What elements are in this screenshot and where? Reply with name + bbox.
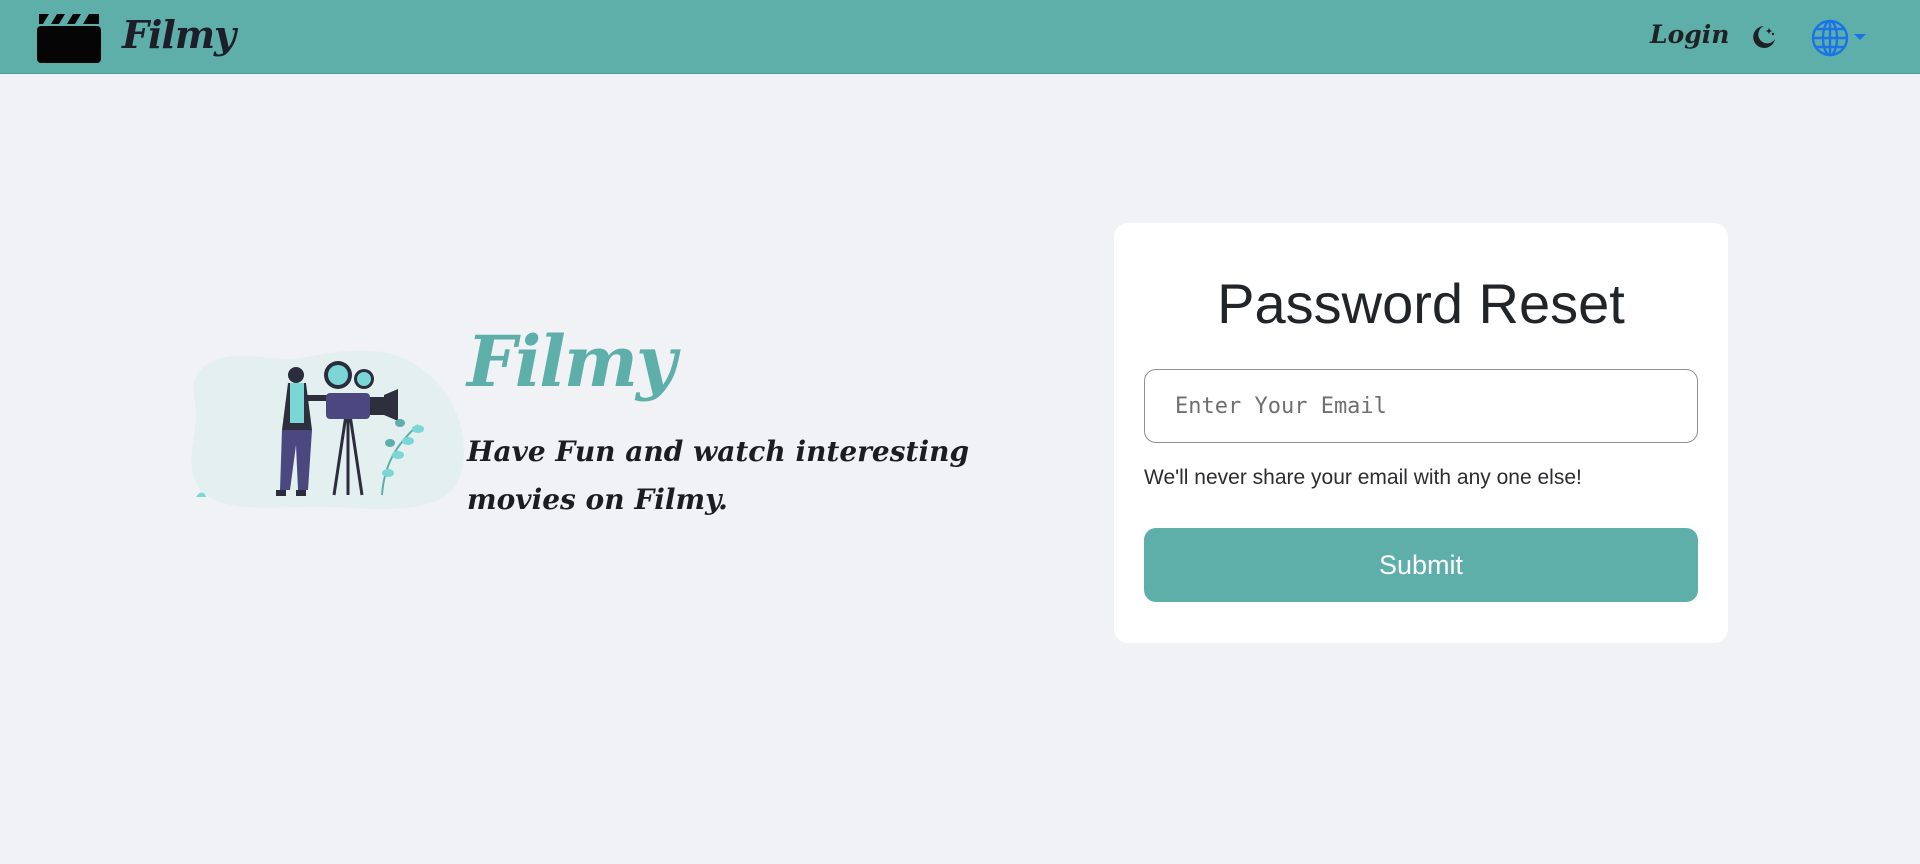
submit-button[interactable]: Submit	[1144, 528, 1698, 602]
hero-brand-title: Filmy	[467, 320, 677, 403]
globe-icon	[1811, 19, 1866, 57]
email-field[interactable]	[1144, 369, 1698, 443]
email-privacy-hint: We'll never share your email with any on…	[1144, 466, 1582, 489]
brand-wordmark[interactable]: Filmy	[122, 12, 236, 57]
clapperboard-icon[interactable]	[37, 12, 101, 63]
language-dropdown[interactable]	[1810, 18, 1870, 58]
top-navbar: Filmy Login	[0, 0, 1920, 74]
password-reset-card: Password Reset We'll never share your em…	[1114, 223, 1728, 643]
cinematographer-illustration	[191, 350, 464, 510]
login-link[interactable]: Login	[1650, 20, 1729, 49]
hero-tagline: Have Fun and watch interesting movies on…	[467, 435, 970, 516]
moon-stars-icon[interactable]	[1748, 22, 1778, 52]
chevron-down-icon	[1854, 34, 1866, 40]
page-title: Password Reset	[1217, 272, 1625, 335]
